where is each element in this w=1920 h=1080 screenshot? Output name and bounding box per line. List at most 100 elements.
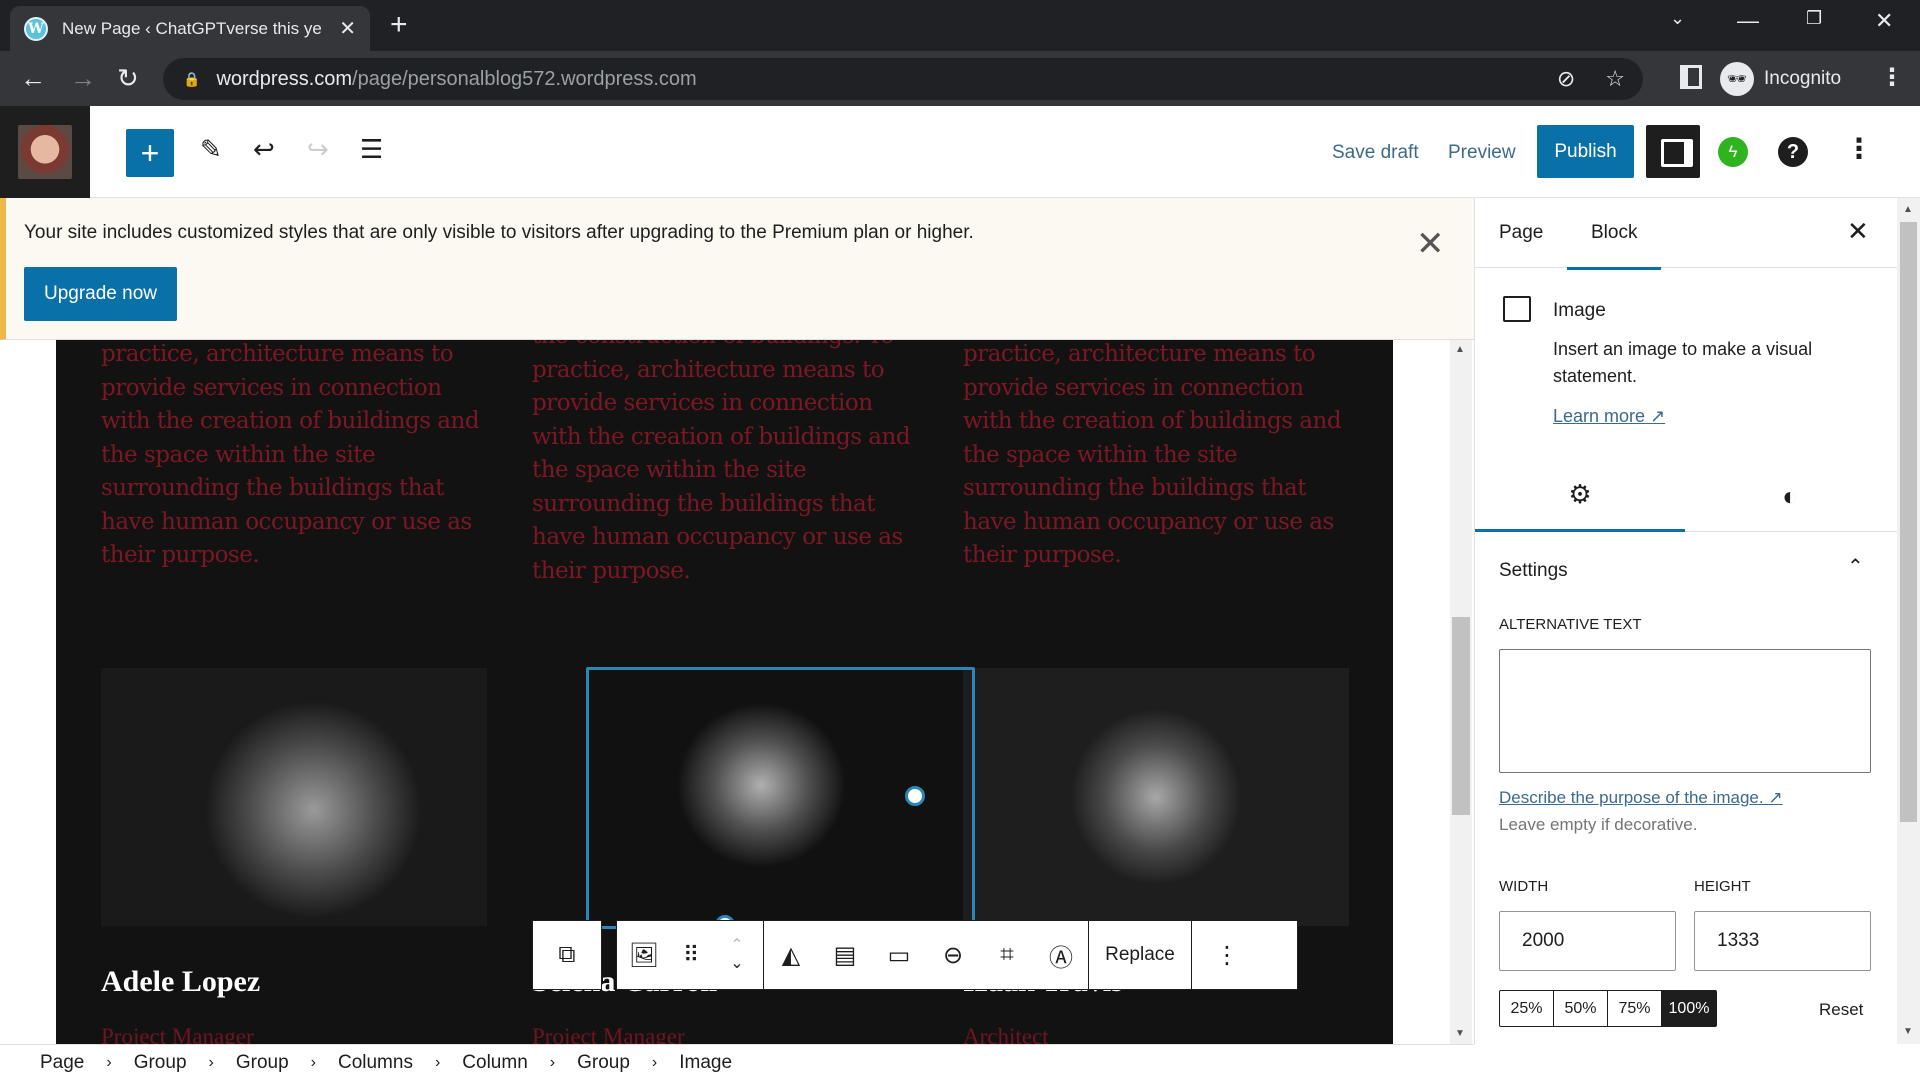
apply-duotone-icon[interactable]: ◭ <box>764 921 818 989</box>
describe-image-label: Describe the purpose of the image. <box>1499 788 1764 807</box>
alt-text-input[interactable] <box>1499 649 1871 773</box>
text-overlay-icon[interactable]: Ⓐ <box>1034 921 1088 989</box>
site-avatar <box>18 125 72 179</box>
scroll-down-icon[interactable]: ▼ <box>1455 1028 1465 1039</box>
restore-icon[interactable]: ❐ <box>1806 8 1822 29</box>
side-panel-icon[interactable] <box>1680 65 1702 89</box>
document-overview-icon[interactable]: ☰ <box>360 134 383 165</box>
canvas-scrollbar[interactable]: ▲ ▼ <box>1450 340 1472 1044</box>
insert-link-icon[interactable]: ⊖ <box>926 921 980 989</box>
scroll-up-icon[interactable]: ▲ <box>1455 344 1465 355</box>
incognito-icon: 🕶 <box>1720 62 1754 96</box>
jetpack-icon[interactable]: ϟ <box>1718 137 1748 167</box>
incognito-profile[interactable]: 🕶 Incognito <box>1720 59 1880 99</box>
back-icon[interactable]: ← <box>20 63 46 94</box>
tab-search-icon[interactable]: ⌄ <box>1670 8 1685 29</box>
new-tab-button[interactable]: + <box>390 8 408 42</box>
publish-button[interactable]: Publish <box>1537 125 1634 178</box>
sidebar-scroll-thumb[interactable] <box>1900 222 1917 822</box>
breadcrumb-item[interactable]: Group <box>236 1052 289 1074</box>
move-down-icon[interactable]: ⌄ <box>730 955 743 973</box>
close-window-icon[interactable]: ✕ <box>1875 8 1893 34</box>
column-description[interactable]: practice, architecture means to provide … <box>101 340 491 573</box>
forward-icon[interactable]: → <box>70 63 96 94</box>
height-input[interactable] <box>1694 911 1871 971</box>
move-up-down[interactable]: ⌃ ⌄ <box>711 921 763 989</box>
options-menu-icon[interactable]: ⋮ <box>1845 132 1873 165</box>
reset-dimensions-button[interactable]: Reset <box>1819 1000 1863 1020</box>
preset-25-button[interactable]: 25% <box>1500 991 1554 1026</box>
url-path: /page/personalblog572.wordpress.com <box>352 67 697 90</box>
image-block-icon <box>1503 296 1531 322</box>
styles-tab-contrast-icon[interactable]: ◐ <box>1685 460 1895 532</box>
breadcrumb-item[interactable]: Group <box>134 1052 187 1074</box>
move-up-icon[interactable]: ⌃ <box>730 937 743 955</box>
scroll-up-icon[interactable]: ▲ <box>1903 204 1913 215</box>
resize-handle-right[interactable] <box>905 786 925 806</box>
sidebar-scrollbar[interactable]: ▲ ▼ <box>1897 198 1920 1044</box>
help-icon[interactable]: ? <box>1778 137 1808 167</box>
align-icon[interactable]: ▤ <box>818 921 872 989</box>
add-caption-icon[interactable]: ▭ <box>872 921 926 989</box>
collapse-chevron-up-icon[interactable]: ⌃ <box>1847 554 1864 579</box>
block-inserter-button[interactable]: + <box>126 129 174 177</box>
member-role[interactable]: Architect <box>963 1024 1049 1044</box>
bookmark-star-icon[interactable]: ☆ <box>1605 66 1625 92</box>
block-description: Insert an image to make a visual stateme… <box>1553 339 1813 386</box>
member-name[interactable]: Adele Lopez <box>101 965 260 999</box>
member-role[interactable]: Project Manager <box>532 1024 685 1044</box>
width-input[interactable] <box>1499 911 1676 971</box>
preset-100-button[interactable]: 100% <box>1662 991 1716 1026</box>
describe-image-link[interactable]: Describe the purpose of the image. ↗ <box>1499 788 1783 808</box>
tools-pencil-icon[interactable]: ✎ <box>200 134 222 165</box>
site-icon-button[interactable] <box>0 106 90 198</box>
preset-50-button[interactable]: 50% <box>1554 991 1608 1026</box>
reload-icon[interactable]: ↻ <box>117 63 139 94</box>
breadcrumb-item[interactable]: Columns <box>338 1052 413 1074</box>
column-description[interactable]: practice, architecture means to provide … <box>963 340 1353 573</box>
close-sidebar-icon[interactable]: ✕ <box>1847 216 1869 247</box>
minimize-icon[interactable]: — <box>1737 8 1759 34</box>
redo-icon[interactable]: ↪ <box>307 134 329 165</box>
block-options-icon[interactable]: ⋮ <box>1192 921 1262 989</box>
team-photo-izaak[interactable] <box>963 668 1349 926</box>
dismiss-notice-icon[interactable]: ✕ <box>1416 224 1445 264</box>
width-label: Width <box>1499 878 1549 895</box>
preview-button[interactable]: Preview <box>1448 142 1516 164</box>
breadcrumb-chevron-icon: › <box>106 1053 112 1071</box>
lock-icon: 🔒 <box>183 70 201 87</box>
settings-tab-gear-icon[interactable]: ⚙ <box>1475 460 1685 532</box>
save-draft-button[interactable]: Save draft <box>1332 142 1419 164</box>
upgrade-now-button[interactable]: Upgrade now <box>24 267 177 321</box>
column-3: practice, architecture means to provide … <box>963 340 1353 573</box>
scroll-down-icon[interactable]: ▼ <box>1903 1026 1913 1037</box>
alt-text-help: Leave empty if decorative. <box>1499 815 1698 834</box>
learn-more-link[interactable]: Learn more ↗ <box>1553 406 1665 427</box>
url-field[interactable]: 🔒 wordpress.com/page/personalblog572.wor… <box>163 58 1643 100</box>
column-description[interactable]: the construction of buildings. To practi… <box>532 340 922 588</box>
preset-75-button[interactable]: 75% <box>1608 991 1662 1026</box>
settings-sidebar-toggle[interactable] <box>1646 125 1700 178</box>
settings-panel-title[interactable]: Settings <box>1499 560 1568 582</box>
select-parent-icon[interactable]: ⧉ <box>533 921 601 989</box>
browser-tab[interactable]: W New Page ‹ ChatGPTverse this ye ✕ <box>10 6 370 51</box>
breadcrumb-item[interactable]: Group <box>577 1052 630 1074</box>
breadcrumb-item[interactable]: Page <box>40 1052 84 1074</box>
image-block-icon[interactable]: 🖼 <box>617 921 671 989</box>
browser-menu-icon[interactable]: ⋮ <box>1880 63 1904 92</box>
incognito-label: Incognito <box>1764 68 1842 89</box>
undo-icon[interactable]: ↩ <box>253 134 275 165</box>
team-photo-adele[interactable] <box>101 668 487 926</box>
replace-button[interactable]: Replace <box>1089 921 1191 989</box>
close-tab-icon[interactable]: ✕ <box>339 16 356 41</box>
tab-block[interactable]: Block <box>1566 222 1663 270</box>
breadcrumb-chevron-icon: › <box>651 1053 658 1071</box>
tab-page[interactable]: Page <box>1499 222 1543 244</box>
crop-icon[interactable]: ⌗ <box>980 921 1034 989</box>
member-role[interactable]: Project Manager <box>101 1024 254 1044</box>
drag-handle-icon[interactable]: ⠿ <box>671 921 711 989</box>
canvas-scroll-thumb[interactable] <box>1452 617 1470 815</box>
breadcrumb-item-current[interactable]: Image <box>679 1052 732 1074</box>
tracking-eye-off-icon[interactable]: ⊘ <box>1557 66 1575 92</box>
breadcrumb-item[interactable]: Column <box>462 1052 527 1074</box>
